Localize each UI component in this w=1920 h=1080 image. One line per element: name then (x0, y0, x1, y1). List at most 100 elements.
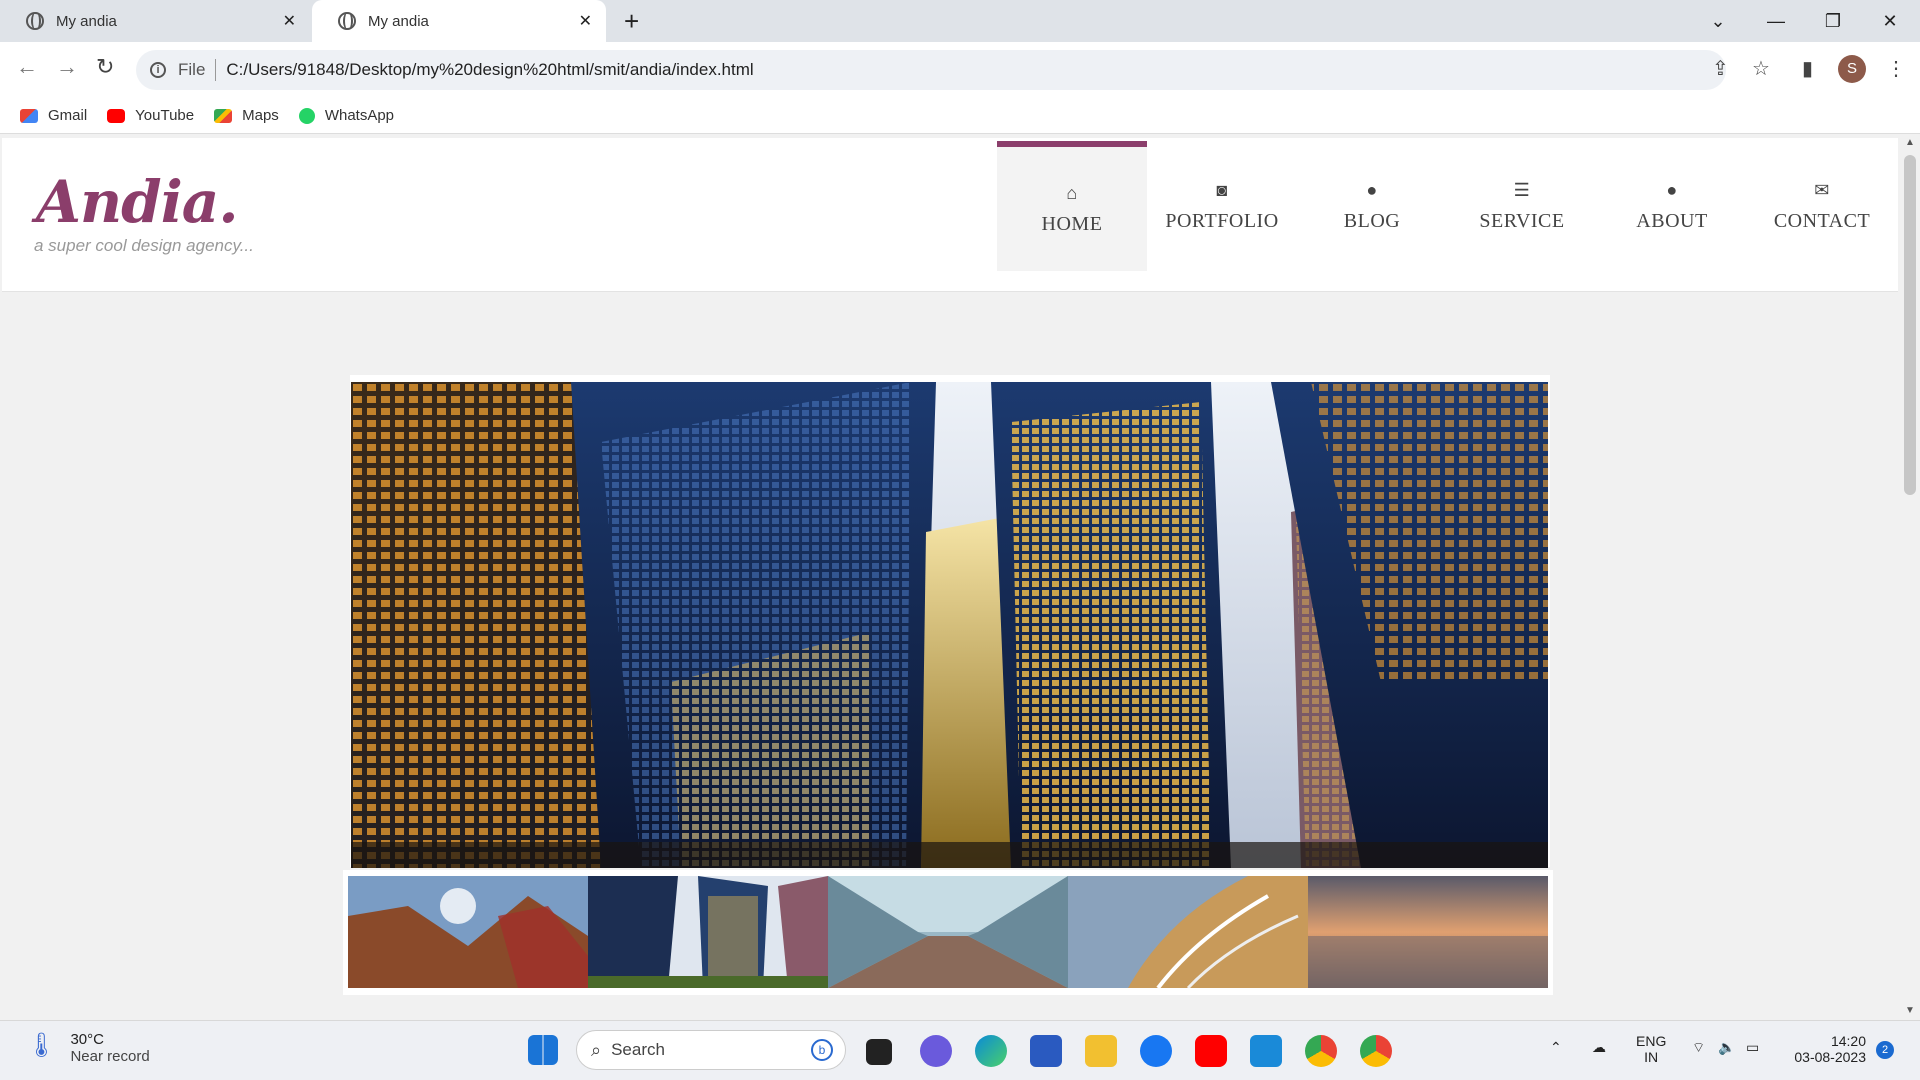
tab-search-icon[interactable]: ⌄ (1690, 0, 1746, 42)
thumbnail-2[interactable] (588, 876, 828, 988)
bookmark-gmail[interactable]: Gmail (20, 107, 87, 124)
comment-icon: ● (1366, 179, 1378, 200)
nav-item-contact[interactable]: ✉ CONTACT (1747, 141, 1897, 271)
gmail-icon (20, 108, 38, 123)
close-window-icon[interactable]: ✕ (1862, 0, 1918, 42)
notification-badge[interactable]: 2 (1876, 1041, 1894, 1059)
browser-tab-2[interactable]: My andia ✕ (312, 0, 606, 42)
hero-image (351, 382, 1548, 868)
scrollbar-thumb[interactable] (1904, 155, 1916, 495)
lang-region: IN (1644, 1049, 1659, 1065)
url-text[interactable]: C:/Users/91848/Desktop/my%20design%20htm… (226, 60, 753, 80)
battery-icon[interactable]: ▭ (1746, 1039, 1759, 1056)
tray-chevron-icon[interactable]: ⌃ (1550, 1039, 1562, 1056)
browser-toolbar: ← → ↻ i File C:/Users/91848/Desktop/my%2… (0, 42, 1920, 98)
taskbar-search[interactable]: ⌕ Search b (576, 1030, 846, 1070)
wifi-icon[interactable]: ⌔ (1692, 1039, 1705, 1057)
share-icon[interactable]: ⇪ (1712, 56, 1729, 81)
browser-tab-1[interactable]: My andia ✕ (0, 0, 310, 42)
thumbnail-3[interactable] (828, 876, 1068, 988)
main-nav: ⌂ HOME ◙ PORTFOLIO ● BLOG ☰ SERVICE ● AB… (997, 141, 1897, 271)
nav-item-about[interactable]: ● ABOUT (1597, 141, 1747, 271)
globe-icon (26, 12, 44, 30)
url-scheme-label: File (178, 60, 206, 79)
bookmark-maps[interactable]: Maps (214, 107, 279, 124)
nav-label: SERVICE (1479, 209, 1565, 232)
volume-icon[interactable]: 🔈 (1718, 1039, 1735, 1056)
bookmark-youtube[interactable]: YouTube (107, 107, 194, 124)
address-bar[interactable]: i File C:/Users/91848/Desktop/my%20desig… (136, 50, 1726, 90)
tab-title: My andia (56, 12, 117, 30)
file-explorer-icon[interactable] (1085, 1035, 1117, 1067)
weather-desc: Near record (70, 1048, 150, 1065)
chrome-icon[interactable] (1360, 1035, 1392, 1067)
reload-icon[interactable]: ↻ (96, 54, 114, 80)
forward-icon[interactable]: → (56, 54, 78, 80)
bookmark-label: WhatsApp (324, 107, 395, 124)
thumbnail-1[interactable] (348, 876, 588, 988)
tab-title: My andia (368, 12, 429, 30)
nav-label: BLOG (1343, 209, 1401, 232)
nav-item-blog[interactable]: ● BLOG (1297, 141, 1447, 271)
browser-tab-strip: My andia ✕ My andia ✕ + ⌄ — ❐ ✕ (0, 0, 1920, 42)
hero-slider[interactable] (350, 375, 1550, 868)
bookmark-label: Gmail (48, 107, 88, 124)
info-icon[interactable]: i (150, 62, 166, 78)
bookmark-whatsapp[interactable]: WhatsApp (298, 107, 395, 124)
menu-kebab-icon[interactable]: ⋮ (1886, 56, 1906, 81)
vscode-icon[interactable] (1250, 1035, 1282, 1067)
restore-icon[interactable]: ❐ (1805, 0, 1861, 42)
windows-start-icon[interactable] (528, 1035, 558, 1065)
thumbnail-4[interactable] (1068, 876, 1308, 988)
edge-icon[interactable] (975, 1035, 1007, 1067)
weather-widget[interactable]: 🌡 30°C Near record (26, 1031, 150, 1065)
bing-icon: b (811, 1039, 833, 1061)
nav-label: ABOUT (1636, 209, 1708, 232)
site-tagline: a super cool design agency... (34, 236, 254, 255)
page-viewport: Andia. a super cool design agency... ⌂ H… (0, 135, 1920, 1020)
clock[interactable]: 14:20 03-08-2023 (1782, 1033, 1866, 1065)
scroll-up-icon[interactable]: ▲ (1905, 137, 1915, 148)
bookmark-label: Maps (242, 107, 279, 124)
facebook-icon[interactable] (1140, 1035, 1172, 1067)
user-icon: ● (1666, 179, 1678, 200)
new-tab-button[interactable]: + (624, 6, 639, 37)
task-view-icon[interactable] (866, 1039, 892, 1065)
close-tab-icon[interactable]: ✕ (283, 11, 296, 31)
youtube-icon[interactable] (1195, 1035, 1227, 1067)
language-indicator[interactable]: ENG IN (1636, 1033, 1666, 1065)
youtube-icon (107, 108, 126, 123)
teams-chat-icon[interactable] (920, 1035, 952, 1067)
globe-icon (338, 12, 356, 30)
bookmark-star-icon[interactable]: ☆ (1752, 56, 1770, 81)
back-icon[interactable]: ← (16, 54, 38, 80)
os-taskbar: 🌡 30°C Near record ⌕ Search b ⌃ ☁ ENG IN… (0, 1020, 1920, 1080)
envelope-icon: ✉ (1814, 179, 1830, 200)
side-panel-icon[interactable]: ▮ (1802, 56, 1813, 81)
thermometer-icon: 🌡 (26, 1032, 57, 1059)
profile-avatar[interactable]: S (1838, 55, 1866, 83)
home-icon: ⌂ (1066, 182, 1078, 203)
onedrive-icon[interactable]: ☁ (1592, 1039, 1606, 1056)
clock-date: 03-08-2023 (1794, 1049, 1866, 1065)
chrome-icon[interactable] (1305, 1035, 1337, 1067)
search-icon: ⌕ (591, 1039, 602, 1060)
nav-item-home[interactable]: ⌂ HOME (997, 141, 1147, 271)
maps-icon (214, 108, 233, 123)
site-logo[interactable]: Andia. (36, 168, 239, 236)
scroll-down-icon[interactable]: ▼ (1905, 1005, 1915, 1016)
page-scrollbar[interactable]: ▲ ▼ (1900, 135, 1920, 1020)
nav-item-portfolio[interactable]: ◙ PORTFOLIO (1147, 141, 1297, 271)
minimize-icon[interactable]: — (1748, 0, 1804, 42)
server-icon: ☰ (1513, 179, 1531, 200)
bookmark-label: YouTube (135, 107, 195, 124)
store-icon[interactable] (1030, 1035, 1062, 1067)
nav-item-service[interactable]: ☰ SERVICE (1447, 141, 1597, 271)
whatsapp-icon (298, 107, 315, 124)
close-tab-icon[interactable]: ✕ (579, 11, 592, 31)
site-header: Andia. a super cool design agency... ⌂ H… (2, 138, 1898, 292)
lang-code: ENG (1636, 1033, 1667, 1049)
bookmarks-bar: Gmail YouTube Maps WhatsApp (0, 98, 1920, 134)
thumbnail-5[interactable] (1308, 876, 1548, 988)
nav-label: HOME (1041, 212, 1103, 235)
